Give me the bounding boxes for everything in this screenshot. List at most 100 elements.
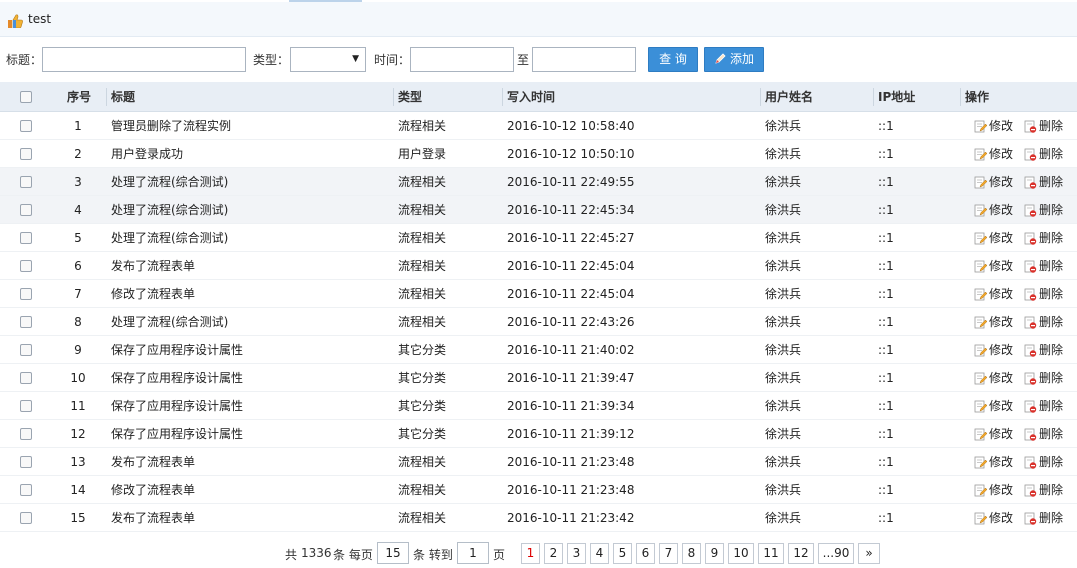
type-filter-select[interactable]: ▼ [290, 47, 366, 72]
delete-icon [1024, 400, 1037, 413]
edit-link[interactable]: 修改 [974, 112, 1013, 140]
table-row[interactable]: 13 发布了流程表单 流程相关 2016-10-11 21:23:48 徐洪兵::1 修改… [0, 448, 1077, 476]
pager-goto-prefix: 条 转到 [413, 548, 453, 562]
delete-link[interactable]: 删除 [1024, 364, 1063, 392]
delete-link[interactable]: 删除 [1024, 280, 1063, 308]
edit-link[interactable]: 修改 [974, 392, 1013, 420]
row-no: 14 [70, 483, 86, 497]
delete-link[interactable]: 删除 [1024, 112, 1063, 140]
edit-link[interactable]: 修改 [974, 140, 1013, 168]
row-checkbox[interactable] [20, 148, 32, 160]
row-checkbox[interactable] [20, 232, 32, 244]
table-row[interactable]: 14 修改了流程表单 流程相关 2016-10-11 21:23:48 徐洪兵::1 修改… [0, 476, 1077, 504]
edit-link[interactable]: 修改 [974, 168, 1013, 196]
table-row[interactable]: 7 修改了流程表单 流程相关 2016-10-11 22:45:04 徐洪兵::1 修改 删… [0, 280, 1077, 308]
table-row[interactable]: 11 保存了应用程序设计属性 其它分类 2016-10-11 21:39:34 徐洪兵:… [0, 392, 1077, 420]
row-checkbox[interactable] [20, 344, 32, 356]
row-ip: ::1 [878, 259, 894, 273]
edit-link[interactable]: 修改 [974, 420, 1013, 448]
page-link[interactable]: 4 [590, 543, 609, 564]
edit-link[interactable]: 修改 [974, 196, 1013, 224]
delete-link[interactable]: 删除 [1024, 448, 1063, 476]
column-header-time[interactable]: 写入时间 [507, 82, 555, 111]
delete-link[interactable]: 删除 [1024, 476, 1063, 504]
row-checkbox[interactable] [20, 260, 32, 272]
delete-link[interactable]: 删除 [1024, 336, 1063, 364]
edit-link[interactable]: 修改 [974, 448, 1013, 476]
table-row[interactable]: 12 保存了应用程序设计属性 其它分类 2016-10-11 21:39:12 徐洪兵:… [0, 420, 1077, 448]
column-header-ip[interactable]: IP地址 [878, 82, 915, 111]
page-link[interactable]: 12 [788, 543, 814, 564]
row-checkbox[interactable] [20, 372, 32, 384]
page-link[interactable]: 5 [613, 543, 632, 564]
edit-icon [974, 428, 987, 441]
query-button[interactable]: 查 询 [648, 47, 698, 72]
edit-link[interactable]: 修改 [974, 224, 1013, 252]
next-page-button[interactable]: » [858, 543, 880, 564]
delete-link[interactable]: 删除 [1024, 504, 1063, 532]
table-row[interactable]: 3 处理了流程(综合测试) 流程相关 2016-10-11 22:49:55 徐洪兵::… [0, 168, 1077, 196]
row-checkbox[interactable] [20, 316, 32, 328]
row-title: 处理了流程(综合测试) [111, 315, 229, 329]
table-row[interactable]: 8 处理了流程(综合测试) 流程相关 2016-10-11 22:43:26 徐洪兵::… [0, 308, 1077, 336]
page-link[interactable]: 9 [705, 543, 724, 564]
delete-link[interactable]: 删除 [1024, 168, 1063, 196]
table-row[interactable]: 10 保存了应用程序设计属性 其它分类 2016-10-11 21:39:47 徐洪兵:… [0, 364, 1077, 392]
column-header-title[interactable]: 标题 [111, 82, 135, 111]
row-checkbox[interactable] [20, 456, 32, 468]
table-row[interactable]: 5 处理了流程(综合测试) 流程相关 2016-10-11 22:45:27 徐洪兵::… [0, 224, 1077, 252]
column-header-type[interactable]: 类型 [398, 82, 422, 111]
delete-link[interactable]: 删除 [1024, 392, 1063, 420]
row-checkbox[interactable] [20, 400, 32, 412]
row-user: 徐洪兵 [765, 175, 802, 189]
delete-link[interactable]: 删除 [1024, 252, 1063, 280]
select-all-checkbox[interactable] [20, 91, 32, 103]
row-checkbox[interactable] [20, 512, 32, 524]
row-checkbox[interactable] [20, 120, 32, 132]
time-from-input[interactable] [410, 47, 514, 72]
delete-link[interactable]: 删除 [1024, 420, 1063, 448]
page-link[interactable]: 6 [636, 543, 655, 564]
row-checkbox[interactable] [20, 204, 32, 216]
delete-link[interactable]: 删除 [1024, 308, 1063, 336]
row-checkbox[interactable] [20, 288, 32, 300]
table-row[interactable]: 9 保存了应用程序设计属性 其它分类 2016-10-11 21:40:02 徐洪兵::… [0, 336, 1077, 364]
goto-page-input[interactable]: 1 [457, 542, 489, 564]
table-row[interactable]: 1 管理员删除了流程实例 流程相关 2016-10-12 10:58:40 徐洪兵::1… [0, 112, 1077, 140]
page-link[interactable]: ...90 [818, 543, 854, 564]
delete-link-label: 删除 [1039, 399, 1064, 413]
column-header-user[interactable]: 用户姓名 [765, 82, 813, 111]
page-link[interactable]: 10 [728, 543, 754, 564]
column-divider [873, 88, 874, 106]
page-size-input[interactable]: 15 [377, 542, 409, 564]
row-time: 2016-10-11 21:39:34 [507, 399, 635, 413]
edit-link[interactable]: 修改 [974, 308, 1013, 336]
row-checkbox[interactable] [20, 484, 32, 496]
edit-link[interactable]: 修改 [974, 364, 1013, 392]
column-header-no[interactable]: 序号 [67, 82, 91, 111]
title-filter-input[interactable] [42, 47, 246, 72]
row-checkbox[interactable] [20, 176, 32, 188]
delete-link[interactable]: 删除 [1024, 140, 1063, 168]
delete-link[interactable]: 删除 [1024, 224, 1063, 252]
edit-link[interactable]: 修改 [974, 252, 1013, 280]
add-button[interactable]: 添加 [704, 47, 764, 72]
time-to-input[interactable] [532, 47, 636, 72]
edit-link[interactable]: 修改 [974, 476, 1013, 504]
row-type: 其它分类 [398, 343, 447, 357]
edit-link[interactable]: 修改 [974, 280, 1013, 308]
table-row[interactable]: 2 用户登录成功 用户登录 2016-10-12 10:50:10 徐洪兵::1 修改 删除 [0, 140, 1077, 168]
page-link[interactable]: 11 [758, 543, 784, 564]
page-link[interactable]: 8 [682, 543, 701, 564]
edit-link[interactable]: 修改 [974, 336, 1013, 364]
table-row[interactable]: 6 发布了流程表单 流程相关 2016-10-11 22:45:04 徐洪兵::1 修改 删… [0, 252, 1077, 280]
table-row[interactable]: 4 处理了流程(综合测试) 流程相关 2016-10-11 22:45:34 徐洪兵::… [0, 196, 1077, 224]
page-link[interactable]: 2 [544, 543, 563, 564]
page-link[interactable]: 1 [521, 543, 540, 564]
page-link[interactable]: 3 [567, 543, 586, 564]
row-checkbox[interactable] [20, 428, 32, 440]
table-row[interactable]: 15 发布了流程表单 流程相关 2016-10-11 21:23:42 徐洪兵::1 修改… [0, 504, 1077, 532]
page-link[interactable]: 7 [659, 543, 678, 564]
delete-link[interactable]: 删除 [1024, 196, 1063, 224]
edit-link[interactable]: 修改 [974, 504, 1013, 532]
